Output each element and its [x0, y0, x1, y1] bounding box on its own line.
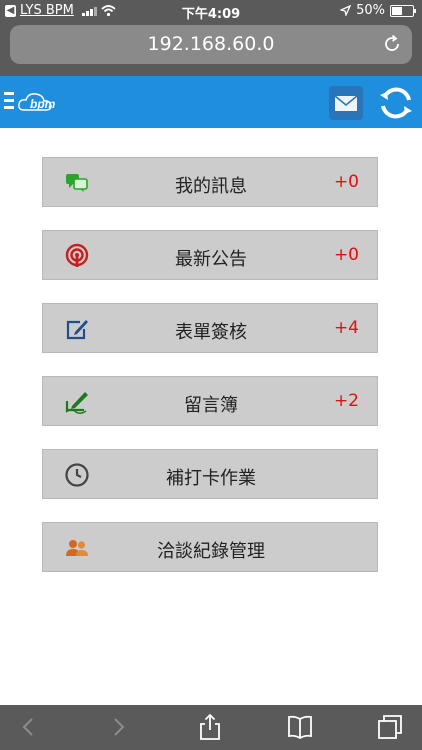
status-right: 50% — [340, 3, 416, 18]
bookmarks-icon[interactable] — [286, 713, 314, 741]
menu-item-clock-correction[interactable]: 補打卡作業 — [42, 449, 378, 499]
tabs-icon[interactable] — [376, 713, 404, 741]
share-icon[interactable] — [196, 713, 224, 741]
menu-item-count: +4 — [333, 318, 359, 338]
address-bar[interactable]: 192.168.60.0 — [10, 25, 412, 64]
menu-item-count: +2 — [333, 391, 359, 411]
refresh-button[interactable] — [376, 83, 416, 123]
battery-percent: 50% — [356, 3, 385, 18]
url-text[interactable]: 192.168.60.0 — [10, 33, 412, 55]
menu-item-meeting-records[interactable]: 洽談紀錄管理 — [42, 522, 378, 572]
hamburger-menu-icon[interactable] — [4, 92, 14, 112]
reload-icon[interactable] — [382, 34, 402, 54]
sync-icon — [380, 87, 412, 119]
menu-item-form-approval[interactable]: 表單簽核 +4 — [42, 303, 378, 353]
menu-item-label: 留言簿 — [184, 395, 238, 416]
logo-cloud-icon: bpm — [18, 93, 56, 111]
app-header: bpm — [0, 76, 422, 128]
menu-item-count: +0 — [333, 245, 359, 265]
mail-icon — [334, 95, 358, 111]
logo-text: bpm — [30, 97, 56, 111]
location-arrow-icon — [340, 5, 352, 16]
app-logo: bpm — [16, 90, 68, 120]
mail-button[interactable] — [329, 86, 363, 120]
menu-item-guestbook[interactable]: 留言簿 +2 — [42, 376, 378, 426]
browser-toolbar — [0, 705, 422, 750]
back-arrow-icon[interactable] — [14, 713, 42, 741]
menu-item-announcements[interactable]: 最新公告 +0 — [42, 230, 378, 280]
status-bar: ◀ LYS BPM 下午4:09 50% — [0, 0, 422, 22]
forward-arrow-icon[interactable] — [105, 713, 133, 741]
menu-item-messages[interactable]: 我的訊息 +0 — [42, 157, 378, 207]
menu-item-label: 補打卡作業 — [166, 468, 256, 489]
browser-chrome: 192.168.60.0 — [0, 22, 422, 76]
menu-item-count: +0 — [333, 172, 359, 192]
battery-fill — [392, 6, 402, 15]
menu-item-label: 洽談紀錄管理 — [157, 541, 265, 562]
battery-icon — [390, 4, 416, 17]
menu-item-label: 表單簽核 — [175, 322, 247, 343]
menu-item-label: 我的訊息 — [175, 176, 247, 197]
menu-item-label: 最新公告 — [175, 249, 247, 270]
